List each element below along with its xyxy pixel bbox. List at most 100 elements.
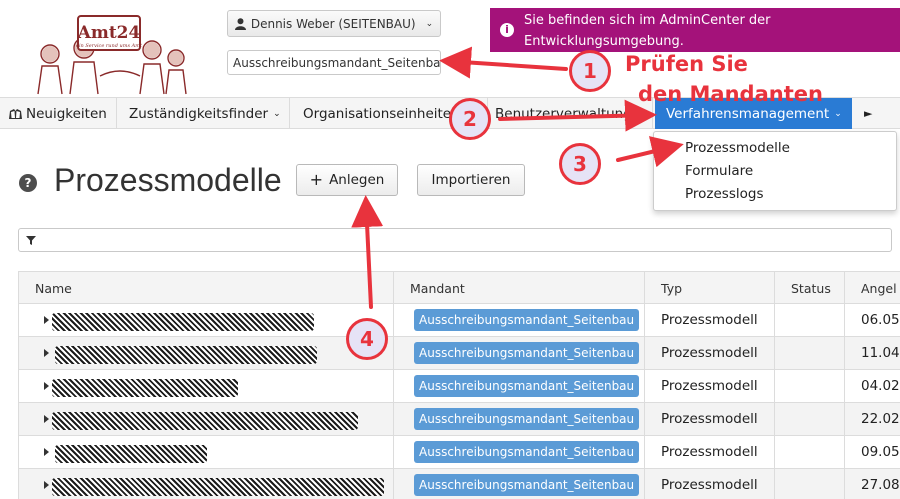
nav-item-benutzerverwaltung[interactable]: Benutzerverwaltung: [488, 98, 653, 129]
caret-right-icon: ►: [864, 107, 873, 120]
expand-icon[interactable]: [44, 448, 49, 456]
environment-banner: i Sie befinden sich im AdminCenter der E…: [490, 8, 900, 52]
status-cell: [775, 469, 845, 499]
nav-item-label: Benutzerverwaltung: [495, 105, 632, 122]
expand-icon[interactable]: [44, 316, 49, 324]
import-button-label: Importieren: [431, 172, 511, 188]
mandant-select-value: Ausschreibungsmandant_Seitenbau: [233, 55, 441, 70]
mandant-select[interactable]: Ausschreibungsmandant_Seitenbau: [227, 50, 441, 75]
expand-icon[interactable]: [44, 481, 49, 489]
date-cell: 27.08: [861, 477, 900, 493]
add-button-label: Anlegen: [329, 172, 385, 188]
redacted-name: [52, 379, 238, 397]
chevron-down-icon: ⌄: [425, 18, 434, 29]
expand-icon[interactable]: [44, 415, 49, 423]
filter-input[interactable]: [18, 228, 892, 252]
logo-graphic: Amt24 ein Service rund ums Amt: [37, 15, 187, 95]
mandant-cell: Ausschreibungsmandant_Seitenbau: [394, 436, 645, 468]
mandant-badge: Ausschreibungsmandant_Seitenbau: [414, 342, 640, 364]
mandant-badge: Ausschreibungsmandant_Seitenbau: [414, 408, 640, 430]
name-cell: [19, 304, 394, 336]
name-cell: [19, 370, 394, 402]
nav-item-zustaendigkeitsfinder[interactable]: Zuständigkeitsfinder ⌄: [117, 98, 290, 129]
verfahrensmanagement-dropdown: Prozessmodelle Formulare Prozesslogs: [653, 131, 897, 211]
import-button[interactable]: Importieren: [417, 164, 525, 196]
user-icon: [234, 17, 246, 30]
table-header: Name Mandant Typ Status Angel: [19, 271, 900, 304]
process-model-table: Name Mandant Typ Status Angel Ausschreib…: [18, 271, 900, 499]
expand-icon[interactable]: [44, 382, 49, 390]
status-cell: [775, 403, 845, 435]
info-icon: i: [500, 23, 514, 37]
amt24-logo[interactable]: Amt24 ein Service rund ums Amt: [30, 14, 190, 98]
name-cell: [19, 403, 394, 435]
annotation-step-1: 1: [569, 50, 611, 92]
typ-cell: Prozessmodell: [645, 337, 775, 369]
redacted-name: [52, 478, 384, 496]
table-row[interactable]: Ausschreibungsmandant_Seitenbau Prozessm…: [19, 370, 900, 403]
user-name: Dennis Weber (SEITENBAU): [250, 16, 416, 31]
column-header-typ[interactable]: Typ: [645, 272, 775, 304]
page-title: Prozessmodelle: [54, 162, 282, 198]
nav-item-label: Neuigkeiten: [26, 105, 107, 122]
annotation-text-line1: Prüfen Sie: [625, 52, 748, 76]
nav-more-button[interactable]: ►: [852, 98, 900, 129]
annotation-step-4: 4: [346, 318, 388, 360]
banner-text: Sie befinden sich im AdminCenter der Ent…: [524, 13, 771, 49]
typ-cell: Prozessmodell: [645, 469, 775, 499]
redacted-name: [52, 313, 314, 331]
date-cell: 06.05: [861, 312, 900, 328]
status-cell: [775, 436, 845, 468]
logo-text: Amt24: [77, 23, 141, 43]
table-row[interactable]: Ausschreibungsmandant_Seitenbau Prozessm…: [19, 403, 900, 436]
redacted-name: [52, 412, 358, 430]
date-cell: 04.02: [861, 378, 900, 394]
chevron-down-icon: ⌄: [834, 108, 842, 119]
nav-item-label: Zuständigkeitsfinder: [129, 105, 269, 122]
annotation-step-2: 2: [449, 98, 491, 140]
column-header-status[interactable]: Status: [775, 272, 845, 304]
help-icon[interactable]: ?: [19, 174, 37, 192]
column-header-mandant[interactable]: Mandant: [394, 272, 645, 304]
status-cell: [775, 337, 845, 369]
typ-cell: Prozessmodell: [645, 436, 775, 468]
plus-icon: +: [309, 170, 324, 189]
table-row[interactable]: Ausschreibungsmandant_Seitenbau Prozessm…: [19, 337, 900, 370]
date-cell: 11.04: [861, 345, 900, 361]
date-cell: 22.02: [861, 411, 900, 427]
nav-item-label: Organisationseinheiten: [303, 105, 460, 122]
mandant-cell: Ausschreibungsmandant_Seitenbau: [394, 337, 645, 369]
typ-cell: Prozessmodell: [645, 403, 775, 435]
dropdown-item-formulare[interactable]: Formulare: [685, 163, 753, 179]
mandant-cell: Ausschreibungsmandant_Seitenbau: [394, 403, 645, 435]
newspaper-icon: [9, 108, 22, 119]
nav-item-neuigkeiten[interactable]: Neuigkeiten: [0, 98, 117, 129]
column-header-name[interactable]: Name: [19, 272, 394, 304]
table-row[interactable]: Ausschreibungsmandant_Seitenbau Prozessm…: [19, 469, 900, 499]
typ-cell: Prozessmodell: [645, 370, 775, 402]
arrow-1: [439, 46, 568, 79]
dropdown-item-prozessmodelle[interactable]: Prozessmodelle: [685, 140, 790, 156]
date-cell: 09.05: [861, 444, 900, 460]
user-menu-button[interactable]: Dennis Weber (SEITENBAU) ⌄: [227, 10, 441, 37]
mandant-cell: Ausschreibungsmandant_Seitenbau: [394, 304, 645, 336]
status-cell: [775, 304, 845, 336]
filter-icon: [26, 236, 36, 245]
expand-icon[interactable]: [44, 349, 49, 357]
typ-cell: Prozessmodell: [645, 304, 775, 336]
mandant-badge: Ausschreibungsmandant_Seitenbau: [414, 474, 640, 496]
column-header-angelegt[interactable]: Angel: [845, 272, 900, 304]
mandant-badge: Ausschreibungsmandant_Seitenbau: [414, 309, 640, 331]
dropdown-item-prozesslogs[interactable]: Prozesslogs: [685, 186, 764, 202]
logo-tagline: ein Service rund ums Amt: [76, 43, 143, 49]
mandant-cell: Ausschreibungsmandant_Seitenbau: [394, 469, 645, 499]
add-button[interactable]: + Anlegen: [296, 164, 398, 196]
table-row[interactable]: Ausschreibungsmandant_Seitenbau Prozessm…: [19, 304, 900, 337]
annotation-step-3: 3: [559, 143, 601, 185]
redacted-name: [55, 346, 317, 364]
table-row[interactable]: Ausschreibungsmandant_Seitenbau Prozessm…: [19, 436, 900, 469]
redacted-name: [55, 445, 207, 463]
mandant-badge: Ausschreibungsmandant_Seitenbau: [414, 441, 640, 463]
name-cell: [19, 436, 394, 468]
mandant-badge: Ausschreibungsmandant_Seitenbau: [414, 375, 640, 397]
